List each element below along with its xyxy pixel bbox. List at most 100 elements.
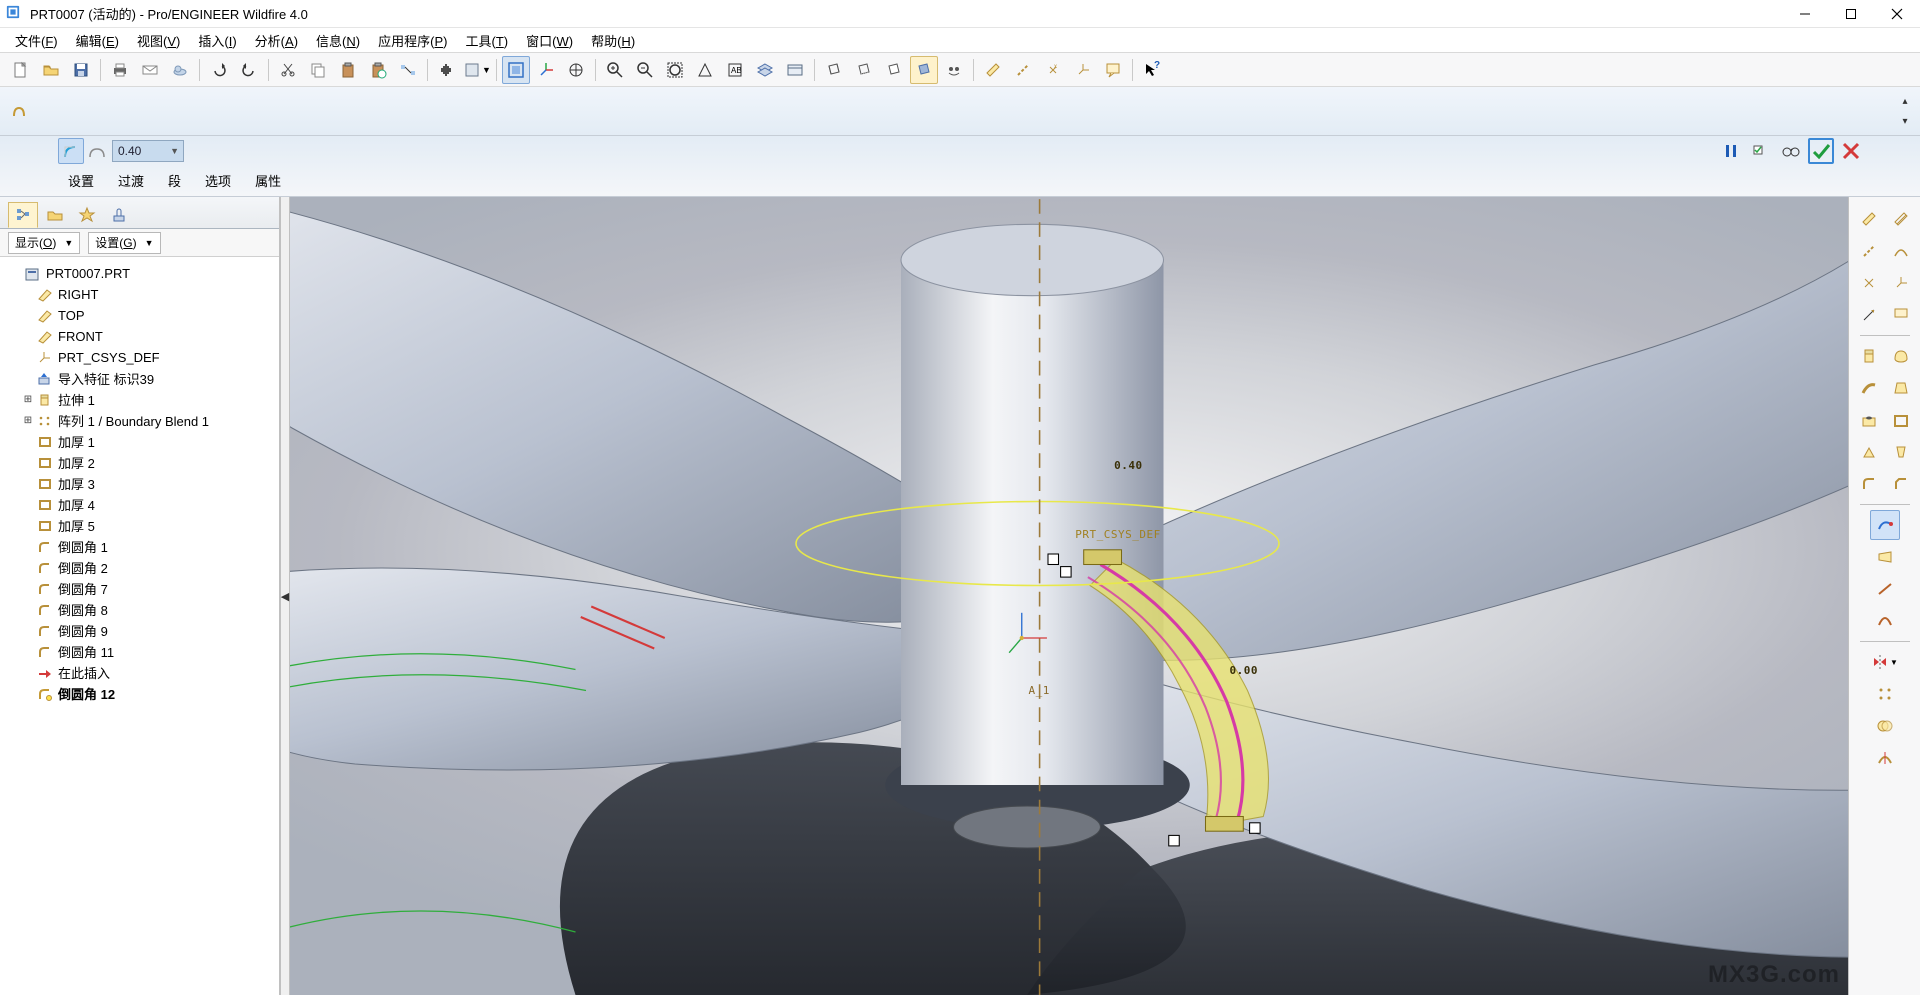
menu-w[interactable]: 窗口(W): [517, 29, 582, 52]
rt-style-surf-icon[interactable]: [1870, 542, 1900, 572]
csys-display-icon[interactable]: [532, 56, 560, 84]
tree-item-1[interactable]: ·TOP: [4, 305, 275, 326]
tree-item-12[interactable]: ·倒圆角 1: [4, 536, 275, 557]
close-button[interactable]: [1874, 0, 1920, 28]
print-icon[interactable]: [106, 56, 134, 84]
menu-v[interactable]: 视图(V): [128, 29, 189, 52]
tree-item-19[interactable]: ·倒圆角 12: [4, 683, 275, 704]
dash-tab-3[interactable]: 选项: [193, 168, 243, 192]
menu-a[interactable]: 分析(A): [246, 29, 307, 52]
undo-icon[interactable]: [205, 56, 233, 84]
ok-button[interactable]: [1808, 138, 1834, 164]
spin-center-icon[interactable]: [562, 56, 590, 84]
rt-style-curve-icon[interactable]: [1870, 510, 1900, 540]
tree-item-5[interactable]: ⊞拉伸 1: [4, 389, 275, 410]
rt-point-icon[interactable]: [1854, 268, 1884, 298]
rt-sweep-icon[interactable]: [1854, 373, 1884, 403]
rt-axis-icon[interactable]: [1854, 236, 1884, 266]
tree-item-18[interactable]: ·在此插入: [4, 662, 275, 683]
rt-pattern-icon[interactable]: [1870, 679, 1900, 709]
round-set-mode-icon[interactable]: [58, 138, 84, 164]
cancel-button[interactable]: [1838, 138, 1864, 164]
rt-extrude-icon[interactable]: [1854, 341, 1884, 371]
tree-item-6[interactable]: ⊞阵列 1 / Boundary Blend 1: [4, 410, 275, 431]
new-file-icon[interactable]: [7, 56, 35, 84]
rt-style-line-icon[interactable]: [1870, 574, 1900, 604]
tree-item-4[interactable]: ·导入特征 标识39: [4, 368, 275, 389]
menu-h[interactable]: 帮助(H): [582, 29, 644, 52]
rt-plane-offset-icon[interactable]: [1886, 204, 1916, 234]
tree-tab-folder-icon[interactable]: [40, 202, 70, 228]
tree-item-15[interactable]: ·倒圆角 8: [4, 599, 275, 620]
tree-item-9[interactable]: ·加厚 3: [4, 473, 275, 494]
tree-item-17[interactable]: ·倒圆角 11: [4, 641, 275, 662]
tree-item-11[interactable]: ·加厚 5: [4, 515, 275, 536]
rt-merge-icon[interactable]: [1870, 711, 1900, 741]
paste-icon[interactable]: [334, 56, 362, 84]
menu-t[interactable]: 工具(T): [456, 29, 517, 52]
viewmgr-icon[interactable]: [781, 56, 809, 84]
datum-plane-disp-icon[interactable]: [979, 56, 1007, 84]
tree-item-13[interactable]: ·倒圆角 2: [4, 557, 275, 578]
tree-item-14[interactable]: ·倒圆角 7: [4, 578, 275, 599]
rt-hole-icon[interactable]: [1854, 405, 1884, 435]
cut-icon[interactable]: [274, 56, 302, 84]
rt-draft-icon[interactable]: [1886, 437, 1916, 467]
menu-f[interactable]: 文件(F): [6, 29, 67, 52]
copy-icon[interactable]: [304, 56, 332, 84]
dim2-label[interactable]: 0.00: [1229, 664, 1258, 677]
tree-item-3[interactable]: ·PRT_CSYS_DEF: [4, 347, 275, 368]
rt-plane-icon[interactable]: [1854, 204, 1884, 234]
menu-p[interactable]: 应用程序(P): [369, 29, 456, 52]
dash-tab-2[interactable]: 段: [156, 168, 193, 192]
wireframe-icon[interactable]: [820, 56, 848, 84]
rt-blend-icon[interactable]: [1886, 373, 1916, 403]
tree-item-10[interactable]: ·加厚 4: [4, 494, 275, 515]
tree-tab-conn-icon[interactable]: [104, 202, 134, 228]
rt-chamfer-icon[interactable]: [1886, 469, 1916, 499]
maximize-button[interactable]: [1828, 0, 1874, 28]
rt-style-arc-icon[interactable]: [1870, 606, 1900, 636]
email-icon[interactable]: [136, 56, 164, 84]
tree-item-2[interactable]: ·FRONT: [4, 326, 275, 347]
preview-glasses-icon[interactable]: [1778, 138, 1804, 164]
tree-item-7[interactable]: ·加厚 1: [4, 431, 275, 452]
enhanced-real-icon[interactable]: [940, 56, 968, 84]
3d-viewport[interactable]: PRT_CSYS_DEF A_1 0.40 0.00 MX3G.com: [290, 197, 1848, 995]
tree-item-0[interactable]: ·RIGHT: [4, 284, 275, 305]
dash-scroll-up[interactable]: ▴: [1896, 91, 1914, 111]
rt-rib-icon[interactable]: [1854, 437, 1884, 467]
paste-special-icon[interactable]: [364, 56, 392, 84]
dash-tab-1[interactable]: 过渡: [106, 168, 156, 192]
propagate-icon[interactable]: [394, 56, 422, 84]
tree-item-8[interactable]: ·加厚 2: [4, 452, 275, 473]
find-icon[interactable]: [433, 56, 461, 84]
dash-tab-0[interactable]: 设置: [56, 168, 106, 192]
hidden-line-icon[interactable]: [850, 56, 878, 84]
datum-axis-disp-icon[interactable]: [1009, 56, 1037, 84]
save-icon[interactable]: [67, 56, 95, 84]
rt-round-icon[interactable]: [1854, 469, 1884, 499]
menu-e[interactable]: 编辑(E): [67, 29, 128, 52]
tree-collapse-handle[interactable]: ◀: [280, 197, 290, 995]
menu-i[interactable]: 插入(I): [189, 29, 245, 52]
help-pointer-icon[interactable]: ?: [1138, 56, 1166, 84]
saved-views-icon[interactable]: AB: [721, 56, 749, 84]
tree-settings-combo[interactable]: 设置(G)▼: [88, 232, 160, 254]
dim1-label[interactable]: 0.40: [1114, 459, 1143, 472]
redo-icon[interactable]: [235, 56, 263, 84]
pause-icon[interactable]: [1718, 138, 1744, 164]
round-transition-mode-icon[interactable]: [84, 138, 110, 164]
dash-tab-4[interactable]: 属性: [243, 168, 293, 192]
tree-tab-fav-icon[interactable]: [72, 202, 102, 228]
shaded-icon[interactable]: [910, 56, 938, 84]
orient-icon[interactable]: [691, 56, 719, 84]
round-radius-input[interactable]: 0.40▼: [112, 140, 184, 162]
tree-item-16[interactable]: ·倒圆角 9: [4, 620, 275, 641]
rt-annot-icon[interactable]: [1886, 300, 1916, 330]
annotation-disp-icon[interactable]: [1099, 56, 1127, 84]
datum-point-disp-icon[interactable]: x: [1039, 56, 1067, 84]
menu-n[interactable]: 信息(N): [307, 29, 369, 52]
rt-trim-icon[interactable]: [1870, 743, 1900, 773]
layers-icon[interactable]: [751, 56, 779, 84]
